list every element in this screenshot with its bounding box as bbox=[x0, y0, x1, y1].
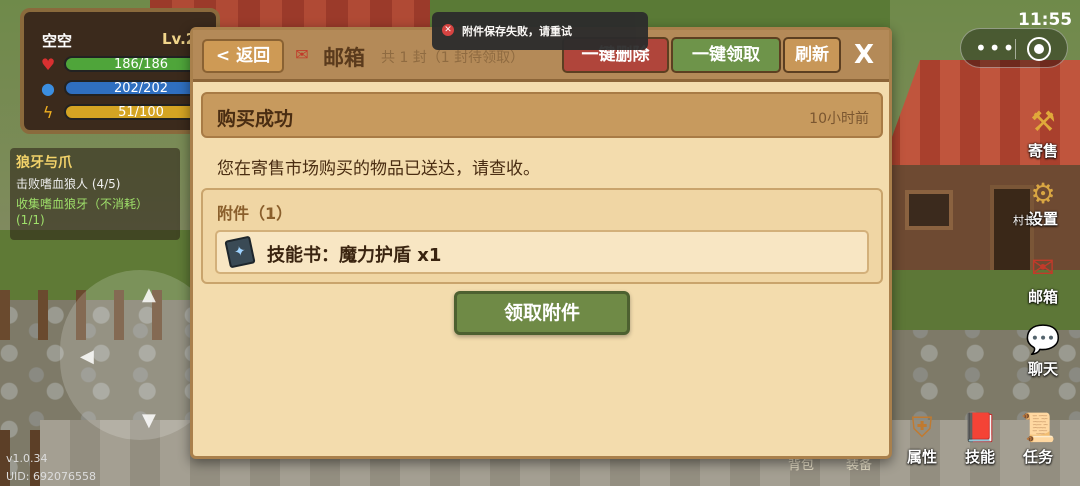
claim-attachment-button[interactable]: 领取附件 bbox=[454, 291, 630, 335]
heart-icon: ♥ bbox=[40, 55, 56, 74]
arrow-up-icon: ▲ bbox=[142, 284, 156, 305]
quest-title: 狼牙与爪 bbox=[16, 155, 72, 171]
mail-timestamp: 10小时前 bbox=[809, 111, 869, 127]
claim-all-button[interactable]: 一键领取 bbox=[671, 37, 781, 73]
auction-hammer-icon: ⚒ bbox=[1030, 105, 1056, 138]
quest-objective: 收集嗜血狼牙（不消耗） bbox=[16, 197, 149, 211]
more-dots-icon[interactable]: ••• bbox=[975, 35, 1016, 61]
mail-icon: ✉ bbox=[1031, 251, 1055, 284]
envelope-icon: ✉ bbox=[295, 45, 309, 64]
error-toast: ✕ 附件保存失败，请重试 bbox=[432, 12, 648, 50]
mail-button[interactable]: ✉ 邮箱 bbox=[1015, 250, 1071, 307]
quest-objective: (1/1) bbox=[16, 213, 45, 227]
toast-message: 附件保存失败，请重试 bbox=[462, 25, 572, 38]
tasks-button[interactable]: 📜 任务 bbox=[1010, 410, 1066, 467]
attachments-title: 附件（1） bbox=[217, 204, 293, 223]
scroll-icon: 📜 bbox=[1020, 411, 1056, 444]
capsule-divider bbox=[1015, 39, 1016, 59]
tasks-label: 任务 bbox=[1022, 448, 1053, 466]
consign-label: 寄售 bbox=[1027, 142, 1058, 160]
attributes-label: 属性 bbox=[906, 448, 937, 466]
refresh-button[interactable]: 刷新 bbox=[783, 37, 841, 73]
player-name: 空空 bbox=[42, 32, 73, 50]
mini-program-capsule: ••• bbox=[960, 28, 1068, 68]
skills-label: 技能 bbox=[964, 448, 995, 466]
npc-name-label: 村长 bbox=[1013, 214, 1035, 227]
mail-label: 邮箱 bbox=[1027, 288, 1058, 306]
chat-label: 聊天 bbox=[1027, 360, 1058, 378]
close-button[interactable]: X bbox=[845, 36, 883, 74]
clock: 11:55 bbox=[1018, 10, 1073, 30]
attachments-section: 附件（1） ✦ 技能书：魔力护盾 x1 bbox=[201, 188, 883, 284]
error-icon: ✕ bbox=[442, 24, 454, 36]
mail-subject: 购买成功 bbox=[217, 108, 294, 130]
panel-title: 邮箱 bbox=[323, 46, 365, 70]
mail-count: 共 1 封（1 封待领取） bbox=[381, 50, 525, 66]
attachment-name: 技能书：魔力护盾 x1 bbox=[267, 245, 442, 266]
chat-button[interactable]: 💬 聊天 bbox=[1015, 322, 1071, 379]
back-button[interactable]: < 返回 bbox=[202, 39, 284, 73]
drop-icon: ● bbox=[41, 79, 55, 98]
quest-objective: 击败嗜血狼人 (4/5) bbox=[16, 177, 121, 191]
skill-book-icon: ✦ bbox=[224, 235, 256, 269]
consign-button[interactable]: ⚒ 寄售 bbox=[1015, 104, 1071, 161]
skill-book-icon: 📕 bbox=[962, 411, 998, 444]
mail-subject-bar: 购买成功 10小时前 bbox=[201, 92, 883, 138]
mail-panel: < 返回 ✉ 邮箱 共 1 封（1 封待领取） 一键删除 一键领取 刷新 X 购… bbox=[190, 27, 892, 459]
house-window bbox=[905, 190, 953, 230]
close-target-icon[interactable] bbox=[1027, 37, 1051, 61]
gear-icon: ⚙ bbox=[1030, 177, 1056, 210]
attributes-button[interactable]: ⛨ 属性 bbox=[894, 410, 950, 467]
lightning-icon: ϟ bbox=[42, 103, 54, 122]
helmet-icon: ⛨ bbox=[911, 411, 933, 444]
chat-bubble-icon: 💬 bbox=[1025, 323, 1061, 356]
mail-body: 您在寄售市场购买的物品已送达，请查收。 bbox=[217, 159, 540, 179]
uid-label: UID: 692076558 bbox=[6, 470, 96, 483]
quest-tracker[interactable]: 狼牙与爪 击败嗜血狼人 (4/5) 收集嗜血狼牙（不消耗） (1/1) bbox=[10, 148, 180, 240]
arrow-left-icon: ◀ bbox=[80, 346, 94, 367]
version-label: v1.0.34 bbox=[6, 452, 48, 465]
attachment-item[interactable]: ✦ 技能书：魔力护盾 x1 bbox=[215, 230, 869, 274]
skills-button[interactable]: 📕 技能 bbox=[952, 410, 1008, 467]
arrow-down-icon: ▼ bbox=[142, 410, 156, 431]
